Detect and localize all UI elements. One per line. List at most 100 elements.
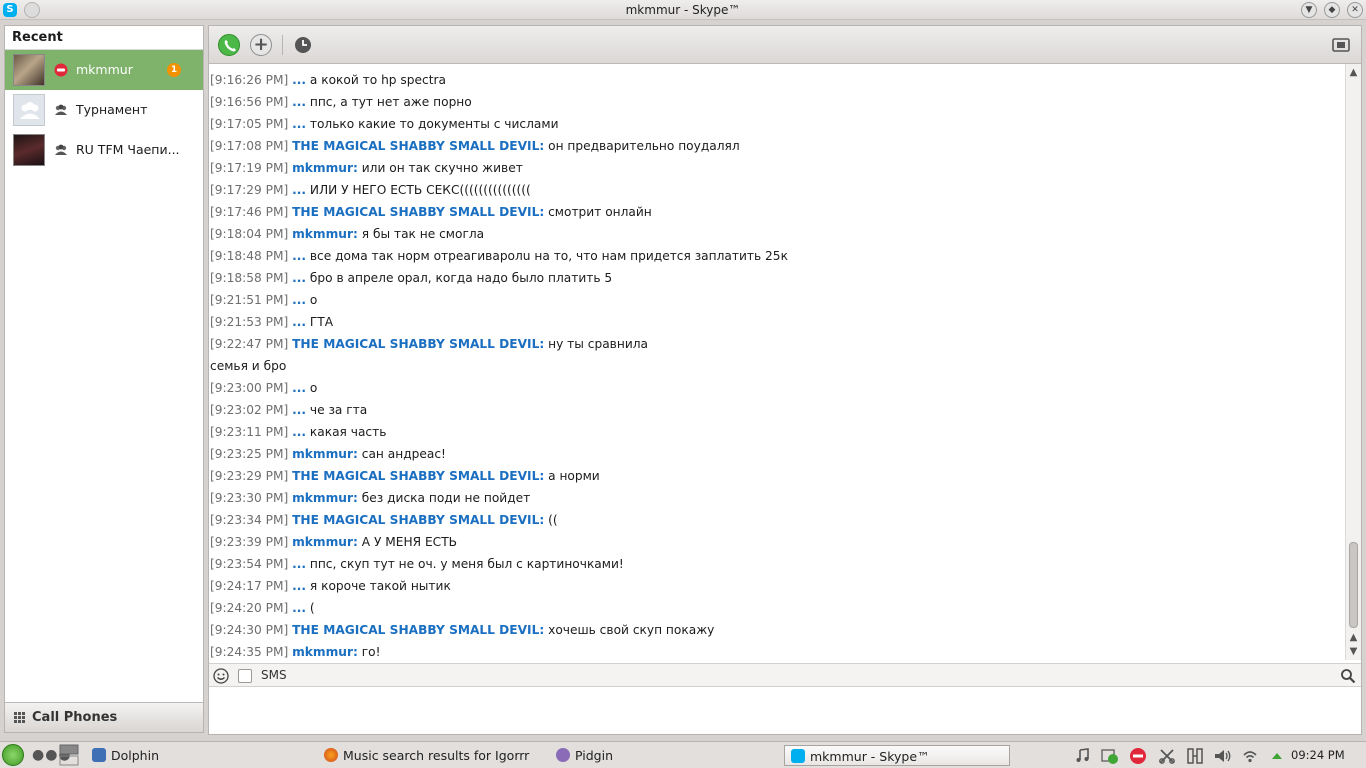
message-row: [9:24:20 PM] ... (	[210, 597, 315, 619]
history-icon[interactable]	[294, 36, 312, 54]
message-sender[interactable]: ...	[292, 601, 306, 615]
message-sender[interactable]: mkmmur:	[292, 645, 358, 659]
minimize-icon[interactable]: ▼	[1301, 2, 1317, 18]
message-sender[interactable]: mkmmur:	[292, 227, 358, 241]
message-row: [9:17:29 PM] ... ИЛИ У НЕГО ЕСТЬ СЕКС(((…	[210, 179, 531, 201]
message-text: че за гта	[306, 403, 368, 417]
task-pidgin[interactable]: Pidgin	[556, 745, 756, 766]
message-row: [9:23:02 PM] ... че за гта	[210, 399, 367, 421]
wifi-icon[interactable]	[1241, 747, 1259, 765]
call-button[interactable]	[218, 34, 240, 56]
message-sender[interactable]: mkmmur:	[292, 447, 358, 461]
contact-item-ru-tfm[interactable]: RU TFM Чаепи...	[5, 130, 203, 170]
message-row: [9:21:51 PM] ... о	[210, 289, 317, 311]
scrollbar-thumb[interactable]	[1349, 542, 1358, 628]
task-label: mkmmur - Skype™	[810, 749, 930, 764]
message-row: семья и бро	[210, 355, 286, 377]
message-sender[interactable]: THE MAGICAL SHABBY SMALL DEVIL:	[292, 513, 544, 527]
sms-checkbox[interactable]	[238, 669, 252, 683]
message-timestamp: [9:22:47 PM]	[210, 337, 289, 351]
message-sender[interactable]: THE MAGICAL SHABBY SMALL DEVIL:	[292, 469, 544, 483]
message-text: а норми	[544, 469, 600, 483]
message-text: А У МЕНЯ ЕСТЬ	[357, 535, 457, 549]
message-sender[interactable]: ...	[292, 95, 306, 109]
close-icon[interactable]: ✕	[1347, 2, 1363, 18]
scroll-down-icon[interactable]: ▲	[1348, 632, 1359, 643]
message-row: [9:17:08 PM] THE MAGICAL SHABBY SMALL DE…	[210, 135, 740, 157]
message-sender[interactable]: THE MAGICAL SHABBY SMALL DEVIL:	[292, 623, 544, 637]
emoji-icon[interactable]	[213, 668, 229, 684]
message-row: [9:24:35 PM] mkmmur: го!	[210, 641, 381, 660]
group-icon	[55, 104, 67, 115]
message-text: о	[306, 293, 318, 307]
task-firefox[interactable]: Music search results for Igorrr	[324, 745, 546, 766]
message-timestamp: [9:24:35 PM]	[210, 645, 289, 659]
call-phones-button[interactable]: Call Phones	[5, 702, 203, 732]
message-scrollbar[interactable]: ▲ ▲ ▼	[1345, 64, 1361, 660]
message-sender[interactable]: mkmmur:	[292, 491, 358, 505]
message-row: [9:23:30 PM] mkmmur: без диска поди не п…	[210, 487, 530, 509]
search-icon[interactable]	[1340, 668, 1356, 684]
message-sender[interactable]: ...	[292, 381, 306, 395]
tray-expand-icon[interactable]	[1268, 747, 1286, 765]
contact-item-tournament[interactable]: Турнамент	[5, 90, 203, 130]
contact-item-mkmmur[interactable]: mkmmur 1	[5, 50, 203, 90]
klipper-icon[interactable]	[1158, 747, 1176, 765]
message-timestamp: [9:21:51 PM]	[210, 293, 289, 307]
message-timestamp: [9:23:54 PM]	[210, 557, 289, 571]
message-sender[interactable]: THE MAGICAL SHABBY SMALL DEVIL:	[292, 337, 544, 351]
start-menu-button[interactable]	[2, 744, 24, 766]
contact-name: mkmmur	[76, 62, 133, 77]
music-icon[interactable]	[1074, 747, 1092, 765]
message-timestamp: [9:17:29 PM]	[210, 183, 289, 197]
maximize-icon[interactable]: ◆	[1324, 2, 1340, 18]
message-sender[interactable]: mkmmur:	[292, 161, 358, 175]
message-timestamp: [9:16:56 PM]	[210, 95, 289, 109]
message-sender[interactable]: ...	[292, 117, 306, 131]
message-sender[interactable]: ...	[292, 403, 306, 417]
message-sender[interactable]: ...	[292, 293, 306, 307]
message-text: о	[306, 381, 318, 395]
task-skype[interactable]: mkmmur - Skype™	[784, 745, 1010, 766]
message-text: го!	[357, 645, 381, 659]
message-timestamp: [9:23:02 PM]	[210, 403, 289, 417]
skype-dnd-icon[interactable]	[1129, 747, 1147, 765]
message-sender[interactable]: ...	[292, 271, 306, 285]
message-sender[interactable]: THE MAGICAL SHABBY SMALL DEVIL:	[292, 205, 544, 219]
message-text: бро в апреле орал, когда надо было плати…	[306, 271, 613, 285]
unread-badge: 1	[167, 63, 181, 77]
message-sender[interactable]: mkmmur:	[292, 535, 358, 549]
message-timestamp: [9:23:29 PM]	[210, 469, 289, 483]
updates-icon[interactable]	[1101, 747, 1119, 765]
skype-icon	[791, 749, 805, 763]
add-icon[interactable]: +	[250, 34, 272, 56]
message-sender[interactable]: ...	[292, 425, 306, 439]
clock[interactable]: 09:24 PM	[1291, 748, 1345, 762]
message-input[interactable]	[209, 688, 1361, 734]
message-sender[interactable]: ...	[292, 557, 306, 571]
screen-share-icon[interactable]	[1332, 38, 1350, 52]
message-sender[interactable]: THE MAGICAL SHABBY SMALL DEVIL:	[292, 139, 544, 153]
message-timestamp: [9:17:08 PM]	[210, 139, 289, 153]
network-icon[interactable]	[1186, 747, 1204, 765]
volume-icon[interactable]	[1213, 747, 1231, 765]
message-sender[interactable]: ...	[292, 579, 306, 593]
message-sender[interactable]: ...	[292, 249, 306, 263]
message-text: ГТА	[306, 315, 334, 329]
message-timestamp: [9:17:19 PM]	[210, 161, 289, 175]
message-timestamp: [9:24:20 PM]	[210, 601, 289, 615]
scroll-up-icon[interactable]: ▲	[1348, 67, 1359, 78]
message-sender[interactable]: ...	[292, 183, 306, 197]
scroll-bottom-icon[interactable]: ▼	[1348, 646, 1359, 657]
task-dolphin[interactable]: Dolphin	[92, 745, 304, 766]
group-avatar-icon	[20, 102, 40, 119]
pager-icon[interactable]	[59, 744, 79, 766]
message-text: ИЛИ У НЕГО ЕСТЬ СЕКС(((((((((((((((	[306, 183, 531, 197]
pidgin-icon	[556, 748, 570, 762]
message-row: [9:24:30 PM] THE MAGICAL SHABBY SMALL DE…	[210, 619, 714, 641]
message-sender[interactable]: ...	[292, 73, 306, 87]
message-row: [9:23:00 PM] ... о	[210, 377, 317, 399]
firefox-icon	[324, 748, 338, 762]
message-sender[interactable]: ...	[292, 315, 306, 329]
message-text: только какие то документы с числами	[306, 117, 559, 131]
